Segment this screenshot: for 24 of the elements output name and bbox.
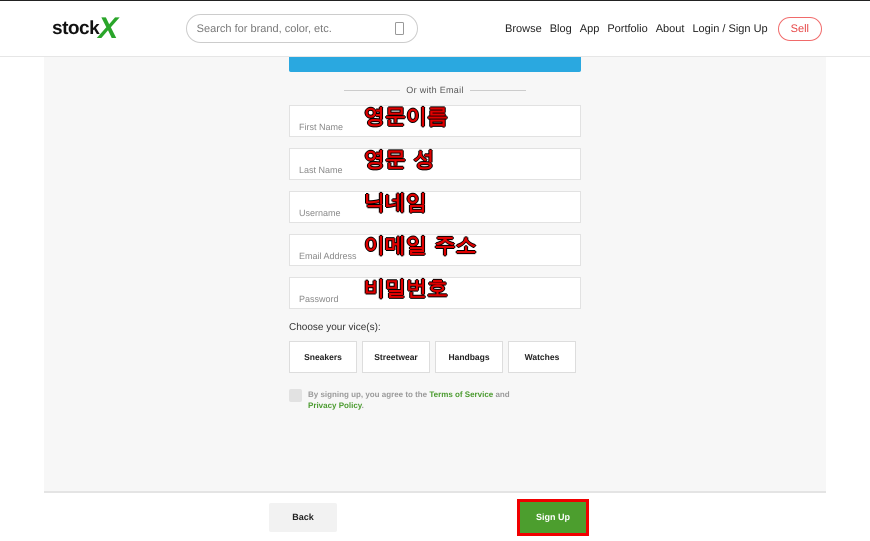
annotation-text: 비밀번호 bbox=[364, 275, 448, 302]
vice-option[interactable]: Sneakers bbox=[289, 341, 357, 373]
nav-link[interactable]: About bbox=[656, 22, 684, 34]
sell-button[interactable]: Sell bbox=[778, 16, 822, 40]
or-with-email-label: Or with Email bbox=[406, 85, 464, 95]
twitter-signup-button[interactable] bbox=[289, 57, 581, 72]
phone-icon bbox=[394, 22, 404, 35]
annotation-text: 영문이름 bbox=[364, 103, 448, 130]
vices-label: Choose your vice(s): bbox=[289, 322, 382, 333]
nav-link[interactable]: Browse bbox=[505, 22, 542, 34]
nav-link[interactable]: Portfolio bbox=[607, 22, 648, 34]
annotation-text: 영문 성 bbox=[364, 146, 434, 173]
annotation-text: 닉네임 bbox=[364, 189, 427, 216]
agreement-text: By signing up, you agree to the Terms of Service and Privacy Policy. bbox=[308, 389, 511, 411]
search-field[interactable]: Search for brand, color, etc. bbox=[186, 14, 418, 43]
nav-link[interactable]: App bbox=[580, 22, 600, 34]
vice-option[interactable]: Handbags bbox=[435, 341, 503, 373]
annotation-text: 이메일 주소 bbox=[364, 232, 476, 259]
logo[interactable]: stockX bbox=[52, 12, 118, 46]
vice-option[interactable]: Streetwear bbox=[362, 341, 430, 373]
nav-link[interactable]: Login / Sign Up bbox=[692, 22, 768, 34]
vice-option[interactable]: Watches bbox=[508, 341, 576, 373]
nav-link[interactable]: Blog bbox=[550, 22, 572, 34]
back-button[interactable]: Back bbox=[269, 502, 337, 532]
